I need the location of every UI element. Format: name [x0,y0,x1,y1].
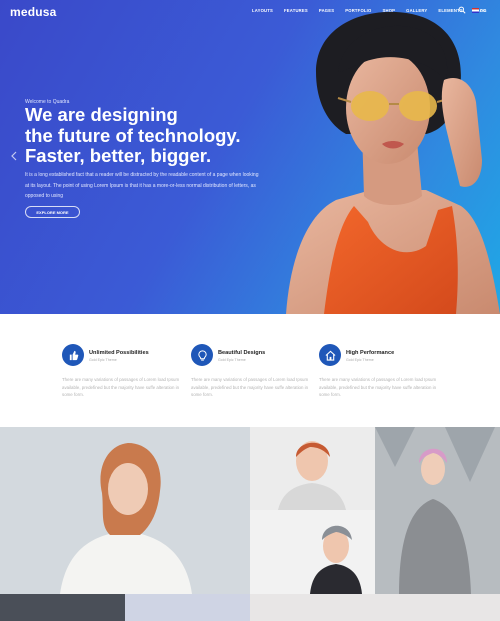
feature-text: There are many variations of passages of… [319,377,437,398]
gallery-section [0,427,500,621]
hero-title-line: We are designing [25,104,178,125]
feature-text: There are many variations of passages of… [62,377,180,398]
gallery-image[interactable] [250,594,500,621]
hero-section: medusa LAYOUTS FEATURES PAGES PORTFOLIO … [0,0,500,314]
hero-title-line: Faster, better, bigger. [25,145,212,166]
feature-subtitle: Gold Epic Theme [218,358,246,362]
feature-title: Unlimited Possibilities [89,350,149,356]
gallery-image[interactable] [250,510,375,594]
feature-title: High Performance [346,350,395,356]
gallery-image[interactable] [0,594,125,621]
feature-subtitle: Gold Epic Theme [89,358,117,362]
gallery-image[interactable] [375,427,500,594]
hero-portrait-image [286,11,500,314]
feature-title: Beautiful Designs [218,350,266,356]
home-icon [319,344,341,366]
features-section: Unlimited Possibilities Gold Epic Theme … [0,314,500,427]
hero-title-line: the future of technology. [25,124,241,146]
gallery-image[interactable] [250,427,375,510]
explore-more-button[interactable]: EXPLORE MORE [25,206,80,218]
feature-subtitle: Gold Epic Theme [346,358,374,362]
thumbs-up-icon [62,344,84,366]
menu-item-layouts[interactable]: LAYOUTS [252,8,273,13]
gallery-image[interactable] [125,594,250,621]
feature-text: There are many variations of passages of… [191,377,309,398]
chevron-left-icon[interactable] [10,151,18,161]
logo[interactable]: medusa [10,5,57,19]
gallery-image[interactable] [0,427,250,594]
hero-title: We are designing the future of technolog… [25,104,285,167]
lightbulb-icon [191,344,213,366]
hero-description: It is a long established fact that a rea… [25,172,259,199]
